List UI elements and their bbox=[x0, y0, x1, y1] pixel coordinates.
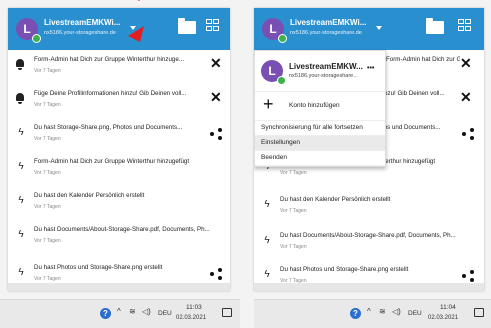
close-icon[interactable]: ✕ bbox=[460, 56, 472, 70]
list-item[interactable]: ϟ Du hast Documents/About-Storage-Share.… bbox=[8, 220, 230, 254]
chevron-up-icon[interactable]: ^ bbox=[367, 307, 371, 316]
item-time: Vor 7 Tagen bbox=[280, 170, 307, 176]
item-title: Du hast den Kalender Persönlich erstellt bbox=[34, 192, 145, 199]
share-icon[interactable] bbox=[462, 270, 474, 282]
help-icon[interactable]: ? bbox=[100, 308, 111, 319]
taskbar-right: ? ^ ≋ ◁) DEU 11:04 02.03.2021 bbox=[254, 299, 491, 328]
volume-icon[interactable]: ◁) bbox=[392, 307, 401, 316]
clock-date[interactable]: 02.03.2021 bbox=[176, 315, 206, 321]
list-item[interactable]: ϟ Du hast Documents/About-Storage-Share.… bbox=[254, 226, 484, 260]
folder-icon[interactable] bbox=[178, 18, 196, 34]
item-time: Vor 7 Tagen bbox=[34, 204, 61, 210]
flash-icon: ϟ bbox=[18, 127, 24, 138]
clock-time[interactable]: 11:04 bbox=[440, 304, 456, 311]
settings-menu-item[interactable]: Einstellungen bbox=[255, 136, 385, 151]
flash-icon: ϟ bbox=[264, 199, 270, 210]
help-icon[interactable]: ? bbox=[350, 308, 361, 319]
folder-icon[interactable] bbox=[426, 18, 444, 34]
item-time: Vor 7 Tagen bbox=[34, 170, 61, 176]
resume-sync-menu-item[interactable]: Synchronisierung für alle fortsetzen bbox=[255, 121, 385, 136]
item-title: Du hast Storage-Share.png, Photos und Do… bbox=[34, 124, 183, 131]
language-indicator[interactable]: DEU bbox=[158, 310, 172, 317]
close-icon[interactable]: ✕ bbox=[210, 56, 222, 70]
taskbar-left: ? ^ ≋ ◁) DEU 11:03 02.03.2021 bbox=[0, 299, 240, 328]
more-options-icon[interactable]: ••• bbox=[367, 65, 374, 72]
flash-icon: ϟ bbox=[18, 229, 24, 240]
flash-icon: ϟ bbox=[264, 235, 270, 246]
clock-date[interactable]: 02.03.2021 bbox=[428, 315, 458, 321]
list-item[interactable]: ϟ Form-Admin hat Dich zur Gruppe Wintert… bbox=[8, 152, 230, 186]
network-icon[interactable]: ≋ bbox=[129, 307, 136, 316]
flash-icon: ϟ bbox=[18, 195, 24, 206]
item-title: Form-Admin hat Dich zur Gruppe Winterthu… bbox=[34, 158, 190, 165]
nextcloud-tray-window-right: L LivestreamEMKWi... nx5186.your-storage… bbox=[254, 8, 484, 291]
apps-icon[interactable] bbox=[458, 19, 472, 33]
tray-header: L LivestreamEMKWi... nx5186.your-storage… bbox=[8, 8, 230, 50]
account-dropdown-icon[interactable] bbox=[376, 26, 382, 30]
menu-account-name: LivestreamEMKW... bbox=[289, 62, 363, 71]
item-time: Vor 7 Tagen bbox=[280, 244, 307, 250]
plus-icon: + bbox=[263, 94, 274, 114]
close-icon[interactable]: ✕ bbox=[210, 90, 222, 104]
item-title: rozu! Gib Deinen voll... bbox=[382, 90, 445, 97]
tray-header: L LivestreamEMKWi... nx5186.your-storage… bbox=[254, 8, 484, 50]
item-title: tos und Documents... bbox=[382, 124, 441, 131]
item-time: Vor 7 Tagen bbox=[34, 136, 61, 142]
account-server: nx5186.your-storageshare.de bbox=[290, 30, 362, 36]
item-time: Vor 7 Tagen bbox=[34, 68, 61, 74]
nextcloud-tray-window-left: L LivestreamEMKWi... nx5186.your-storage… bbox=[8, 8, 230, 291]
window-bottom-edge bbox=[8, 283, 230, 291]
item-title: Form-Admin hat Dich zur Gruppe Winterthu… bbox=[34, 56, 184, 63]
annotation-arrowhead bbox=[128, 26, 144, 42]
window-bottom-edge bbox=[254, 283, 484, 291]
flash-icon: ϟ bbox=[18, 267, 24, 278]
volume-icon[interactable]: ◁) bbox=[142, 307, 151, 316]
clock-time[interactable]: 11:03 bbox=[186, 304, 202, 311]
menu-account-server: nx5186.your-storageshare... bbox=[289, 73, 358, 79]
bell-icon bbox=[16, 59, 24, 70]
list-item[interactable]: ϟ Du hast den Kalender Persönlich erstel… bbox=[8, 186, 230, 220]
notification-center-icon[interactable] bbox=[474, 308, 484, 317]
list-item[interactable]: ϟ Du hast Storage-Share.png, Photos und … bbox=[8, 118, 230, 152]
item-title: Du hast den Kalender Persönlich erstellt bbox=[280, 196, 391, 203]
item-time: Vor 7 Tagen bbox=[34, 238, 61, 244]
item-time: Vor 7 Tagen bbox=[34, 276, 61, 282]
item-title: Du hast Photos und Storage-Share.png ers… bbox=[280, 266, 409, 273]
list-item[interactable]: ϟ Du hast den Kalender Persönlich erstel… bbox=[254, 190, 484, 224]
share-icon[interactable] bbox=[210, 268, 222, 280]
notification-center-icon[interactable] bbox=[222, 308, 232, 317]
item-time: Vor 7 Tagen bbox=[280, 208, 307, 214]
account-name[interactable]: LivestreamEMKWi... bbox=[290, 18, 366, 27]
online-status-icon bbox=[278, 34, 287, 43]
item-title: Füge Deine Profilinformationen hinzu! Gi… bbox=[34, 90, 187, 97]
share-icon[interactable] bbox=[462, 128, 474, 140]
chevron-up-icon[interactable]: ^ bbox=[117, 307, 121, 316]
item-title: Form-Admin hat Dich zur Gruppe Winterthu… bbox=[386, 56, 460, 63]
add-account-label: Konto hinzufügen bbox=[289, 102, 340, 109]
item-title: Du hast Photos und Storage-Share.png ers… bbox=[34, 264, 163, 271]
online-status-icon bbox=[32, 34, 41, 43]
network-icon[interactable]: ≋ bbox=[379, 307, 386, 316]
online-status-icon bbox=[277, 76, 286, 85]
share-icon[interactable] bbox=[210, 128, 222, 140]
list-item[interactable]: Füge Deine Profilinformationen hinzu! Gi… bbox=[8, 84, 230, 118]
apps-icon[interactable] bbox=[206, 19, 220, 33]
flash-icon: ϟ bbox=[264, 269, 270, 280]
account-menu[interactable]: L LivestreamEMKW... nx5186.your-storages… bbox=[254, 50, 386, 167]
annotation-arrow bbox=[30, 0, 141, 1]
list-item[interactable]: Form-Admin hat Dich zur Gruppe Winterthu… bbox=[8, 50, 230, 84]
menu-account-entry[interactable]: L LivestreamEMKW... nx5186.your-storages… bbox=[255, 51, 385, 92]
item-title: Du hast Documents/About-Storage-Share.pd… bbox=[34, 226, 210, 233]
quit-menu-item[interactable]: Beenden bbox=[255, 151, 385, 166]
close-icon[interactable]: ✕ bbox=[460, 90, 472, 104]
add-account-button[interactable]: + Konto hinzufügen bbox=[255, 92, 385, 121]
bell-icon bbox=[16, 93, 24, 104]
language-indicator[interactable]: DEU bbox=[408, 310, 422, 317]
flash-icon: ϟ bbox=[18, 161, 24, 172]
item-title: Du hast Documents/About-Storage-Share.pd… bbox=[280, 232, 456, 239]
item-time: Vor 7 Tagen bbox=[34, 102, 61, 108]
account-server: nx5186.your-storageshare.de bbox=[44, 30, 116, 36]
activity-list[interactable]: Form-Admin hat Dich zur Gruppe Winterthu… bbox=[8, 50, 230, 291]
account-name[interactable]: LivestreamEMKWi... bbox=[44, 18, 120, 27]
